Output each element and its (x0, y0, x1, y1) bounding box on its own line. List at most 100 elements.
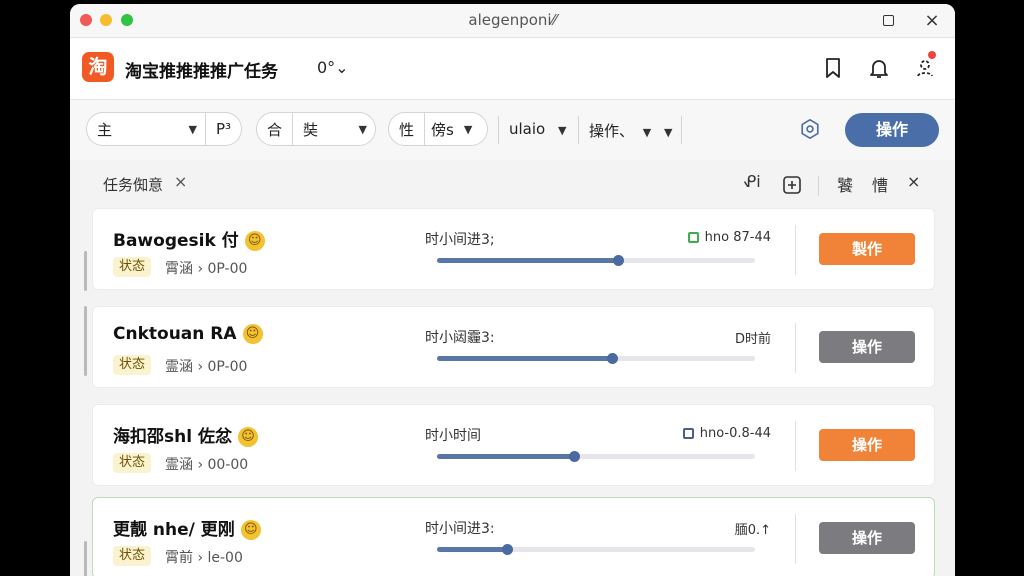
task-card: 更靓 nhe/ 更刚 ☺ 状态 霄前 › le-00 时小间进3: 腼0.↑ 操作 (92, 497, 935, 576)
chevron-down-icon: ▼ (358, 122, 367, 136)
app-header: 淘 淘宝推推推推广任务 0°⌄ (70, 38, 955, 100)
status-badge: 状态 (113, 453, 152, 473)
app-logo: 淘 (82, 52, 114, 82)
filter-pill-1[interactable]: 主 ▼ P³ (86, 112, 242, 146)
divider (681, 116, 682, 144)
window-title: alegenponi⁄⁄ (468, 11, 557, 29)
bell-icon[interactable] (867, 56, 891, 80)
task-action-button[interactable]: 操作 (819, 331, 915, 363)
filter-pill-3-label: 性 (399, 120, 415, 139)
progress-fill (437, 258, 618, 263)
task-subtitle: 霄涵 › 0P-00 (165, 261, 248, 277)
tab-task[interactable]: 任务倁意 (103, 174, 163, 195)
task-meta: hno-0.8-44 (682, 426, 771, 441)
app-title: 淘宝推推推推广任务 (125, 62, 278, 82)
divider (795, 421, 796, 471)
app-window: alegenponi⁄⁄ × 淘 淘宝推推推推广任务 0°⌄ 主 ▼ P³ 合 (70, 4, 955, 576)
tab-bar: 任务倁意 × ᕵi 饕 慒 × (70, 160, 955, 204)
app-dropdown[interactable]: 0°⌄ (317, 58, 349, 77)
status-square-icon (682, 428, 694, 439)
task-time-label: 时小闼霾3: (425, 330, 495, 346)
toolbar-label-1[interactable]: 饕 (837, 172, 853, 196)
filter-pill-1-value: P³ (215, 120, 231, 138)
task-time-label: 时小时间 (425, 428, 481, 444)
task-card: Bawogesik 付 ☺ 状态 霄涵 › 0P-00 时小间进3; hno 87… (92, 208, 935, 290)
progress-handle[interactable] (613, 255, 624, 266)
filter-pill-3[interactable]: 性 傍s ▼ (388, 112, 488, 146)
task-time-label: 时小间进3; (425, 232, 495, 248)
filter-pill-3-value: 傍s (431, 120, 454, 139)
progress-fill (437, 547, 507, 552)
filter-dropdown-2-label: 操作、 (589, 122, 635, 140)
progress-fill (437, 356, 612, 361)
progress-bar (437, 353, 755, 364)
filter-pill-1-label: 主 (97, 120, 113, 139)
smile-icon: ☺ (240, 520, 261, 540)
divider (795, 225, 796, 275)
progress-bar (437, 451, 755, 462)
task-title: 更靓 nhe/ 更刚 ☺ (113, 515, 261, 540)
task-card: 海扣邵shl 佐忿 ☺ 状态 霊涵 › 00-00 时小时间 hno-0.8-44… (92, 404, 935, 486)
title-bar: alegenponi⁄⁄ × (70, 4, 955, 38)
filter-bar: 主 ▼ P³ 合 奘 ▼ 性 傍s ▼ ulaio ▼ 操作、 ▼ ▼ 操作 (70, 100, 955, 160)
account-icon[interactable] (913, 56, 937, 80)
smile-icon: ☺ (244, 231, 265, 251)
task-action-button[interactable]: 操作 (819, 429, 915, 461)
task-subtitle: 霄前 › le-00 (165, 550, 243, 566)
filter-pill-2-value: 奘 (303, 120, 319, 139)
task-action-button[interactable]: 製作 (819, 233, 915, 265)
task-title: Bawogesik 付 ☺ (113, 226, 265, 251)
chevron-down-icon: ▼ (642, 126, 652, 139)
notification-badge (928, 51, 936, 59)
progress-bar (437, 544, 755, 555)
divider (818, 176, 819, 196)
filter-dropdown-1[interactable]: ulaio ▼ (509, 120, 574, 138)
task-title: Cnktouan RA ☺ (113, 324, 263, 344)
divider (498, 116, 499, 144)
maximize-icon[interactable] (879, 12, 897, 30)
add-icon[interactable] (782, 175, 802, 195)
status-badge: 状态 (113, 257, 152, 277)
bookmark-icon[interactable] (821, 56, 845, 80)
task-card: Cnktouan RA ☺ 状态 霊涵 › 0P-00 时小闼霾3: D时前 操作 (92, 306, 935, 388)
progress-fill (437, 454, 574, 459)
progress-handle[interactable] (607, 353, 618, 364)
chevron-down-icon: ▼ (664, 126, 673, 139)
status-badge: 状态 (113, 546, 152, 566)
filter-dropdown-1-label: ulaio (509, 120, 546, 138)
scrollbar-thumb[interactable] (84, 306, 87, 376)
filter-pill-2-label: 合 (267, 120, 283, 139)
task-subtitle: 霊涵 › 0P-00 (165, 359, 248, 375)
task-time-label: 时小间进3: (425, 521, 495, 537)
chevron-down-icon: ▼ (188, 122, 197, 136)
tab-close-icon[interactable]: × (174, 172, 187, 191)
settings-icon[interactable] (799, 118, 821, 140)
divider (578, 116, 579, 144)
scrollbar-thumb[interactable] (84, 541, 87, 576)
smile-icon: ☺ (242, 324, 263, 344)
filter-pill-2[interactable]: 合 奘 ▼ (256, 112, 376, 146)
progress-handle[interactable] (502, 544, 513, 555)
smile-icon: ☺ (237, 427, 258, 447)
toolbar-label-2[interactable]: 慒 (872, 172, 888, 196)
progress-handle[interactable] (569, 451, 580, 462)
task-title: 海扣邵shl 佐忿 ☺ (113, 422, 258, 447)
status-square-icon (687, 232, 699, 243)
tool-icon[interactable]: ᕵi (743, 172, 761, 191)
scrollbar-thumb[interactable] (84, 251, 87, 291)
chevron-down-icon: ▼ (558, 124, 567, 137)
progress-bar (437, 255, 755, 266)
close-icon[interactable]: × (907, 172, 920, 191)
primary-action-button[interactable]: 操作 (845, 113, 939, 147)
filter-dropdown-2[interactable]: 操作、 ▼ ▼ (589, 120, 677, 141)
close-icon[interactable]: × (923, 12, 941, 30)
task-meta: 腼0.↑ (734, 523, 771, 538)
status-badge: 状态 (113, 355, 152, 375)
task-meta: hno 87-44 (687, 230, 771, 245)
task-subtitle: 霊涵 › 00-00 (165, 457, 249, 473)
divider (795, 323, 796, 373)
divider (795, 514, 796, 564)
task-meta: D时前 (734, 332, 771, 347)
task-action-button[interactable]: 操作 (819, 522, 915, 554)
chevron-down-icon: ▼ (463, 122, 473, 136)
